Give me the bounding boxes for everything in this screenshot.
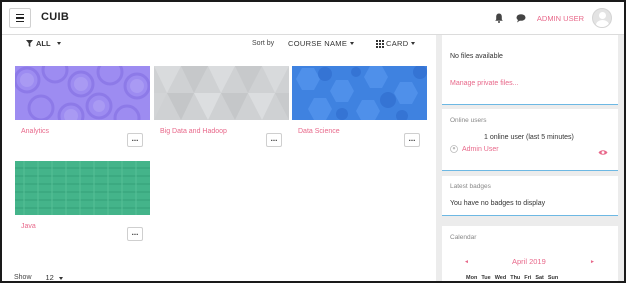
course-image-java[interactable] — [15, 161, 150, 215]
user-avatar-icon[interactable] — [592, 8, 612, 28]
filter-dropdown[interactable]: ALL — [26, 39, 61, 48]
user-menu-name[interactable]: ADMIN USER — [537, 14, 584, 23]
chevron-down-icon — [350, 42, 355, 45]
course-title[interactable]: Data Science — [298, 128, 340, 135]
online-user-link[interactable]: Admin User — [462, 146, 499, 153]
calendar-weekdays: Mon Tue Wed Thu Fri Sat Sun — [466, 275, 558, 281]
course-card-java[interactable]: Java ... — [15, 161, 150, 241]
menu-toggle-button[interactable] — [9, 8, 31, 28]
bell-icon[interactable] — [493, 12, 505, 24]
course-pattern-image — [292, 66, 427, 120]
calendar-block: Calendar ◄ April 2019 ► Mon Tue Wed Thu … — [442, 226, 618, 281]
calendar-next-button[interactable]: ► — [590, 259, 595, 265]
course-pattern-image — [15, 66, 150, 120]
private-files-block: No files available Manage private files.… — [442, 35, 618, 105]
menu-icon — [16, 13, 24, 16]
course-actions-button[interactable]: ... — [127, 133, 143, 147]
chevron-down-icon — [56, 42, 61, 45]
weekday-label: Wed — [494, 275, 507, 281]
calendar-title: Calendar — [450, 234, 477, 241]
online-users-summary: 1 online user (last 5 minutes) — [484, 134, 574, 141]
user-nav: ADMIN USER — [483, 8, 612, 28]
filter-icon — [26, 40, 33, 47]
user-icon — [450, 145, 458, 153]
course-title[interactable]: Analytics — [21, 128, 49, 135]
eye-icon[interactable] — [598, 149, 608, 156]
online-users-title: Online users — [450, 117, 487, 124]
course-image-data-science[interactable] — [292, 66, 427, 120]
course-actions-button[interactable]: ... — [404, 133, 420, 147]
menu-icon-bar — [16, 17, 24, 19]
show-label: Show — [14, 274, 32, 281]
course-title[interactable]: Java — [21, 223, 36, 230]
latest-badges-title: Latest badges — [450, 183, 491, 190]
app-window: CUIB ADMIN USER ALL Sort by COURSE NAME — [2, 2, 624, 281]
course-title[interactable]: Big Data and Hadoop — [160, 128, 227, 135]
show-count-dropdown[interactable]: 12 — [46, 273, 63, 281]
latest-badges-block: Latest badges You have no badges to disp… — [442, 176, 618, 216]
show-count-value: 12 — [45, 273, 54, 281]
view-value: CARD — [386, 39, 409, 48]
weekday-label: Mon — [466, 275, 478, 281]
private-files-status: No files available — [450, 53, 503, 60]
chevron-down-icon — [411, 42, 416, 45]
course-overview: ALL Sort by COURSE NAME CARD Analytics .… — [2, 35, 436, 281]
weekday-label: Thu — [510, 275, 521, 281]
weekday-label: Tue — [481, 275, 491, 281]
filter-label: ALL — [36, 39, 51, 48]
menu-icon-bar — [16, 20, 24, 23]
calendar-month-link[interactable]: April 2019 — [512, 257, 546, 266]
manage-private-files-link[interactable]: Manage private files... — [450, 80, 518, 87]
course-image-analytics[interactable] — [15, 66, 150, 120]
chat-icon[interactable] — [515, 12, 527, 24]
weekday-label: Fri — [524, 275, 532, 281]
online-user-item: Admin User — [450, 145, 499, 153]
course-pattern-image — [154, 66, 289, 120]
online-users-block: Online users 1 online user (last 5 minut… — [442, 109, 618, 171]
grid-icon — [376, 39, 384, 48]
view-dropdown[interactable]: CARD — [376, 39, 416, 48]
course-actions-button[interactable]: ... — [266, 133, 282, 147]
pagination-show: Show 12 — [14, 273, 63, 281]
weekday-label: Sun — [547, 275, 559, 281]
course-image-big-data[interactable] — [154, 66, 289, 120]
latest-badges-message: You have no badges to display — [450, 200, 546, 207]
calendar-prev-button[interactable]: ◄ — [464, 259, 469, 265]
sort-dropdown[interactable]: COURSE NAME — [288, 39, 355, 48]
course-card-analytics[interactable]: Analytics ... — [15, 66, 150, 147]
site-name-link[interactable]: CUIB — [41, 11, 69, 23]
course-pattern-image — [15, 161, 150, 215]
sort-value: COURSE NAME — [288, 39, 348, 48]
weekday-label: Sat — [535, 275, 544, 281]
course-actions-button[interactable]: ... — [127, 227, 143, 241]
sort-by-label: Sort by — [252, 40, 275, 47]
top-navbar: CUIB ADMIN USER — [2, 2, 624, 35]
course-card-data-science[interactable]: Data Science ... — [292, 66, 427, 147]
course-card-big-data[interactable]: Big Data and Hadoop ... — [154, 66, 289, 147]
chevron-down-icon — [58, 277, 63, 280]
